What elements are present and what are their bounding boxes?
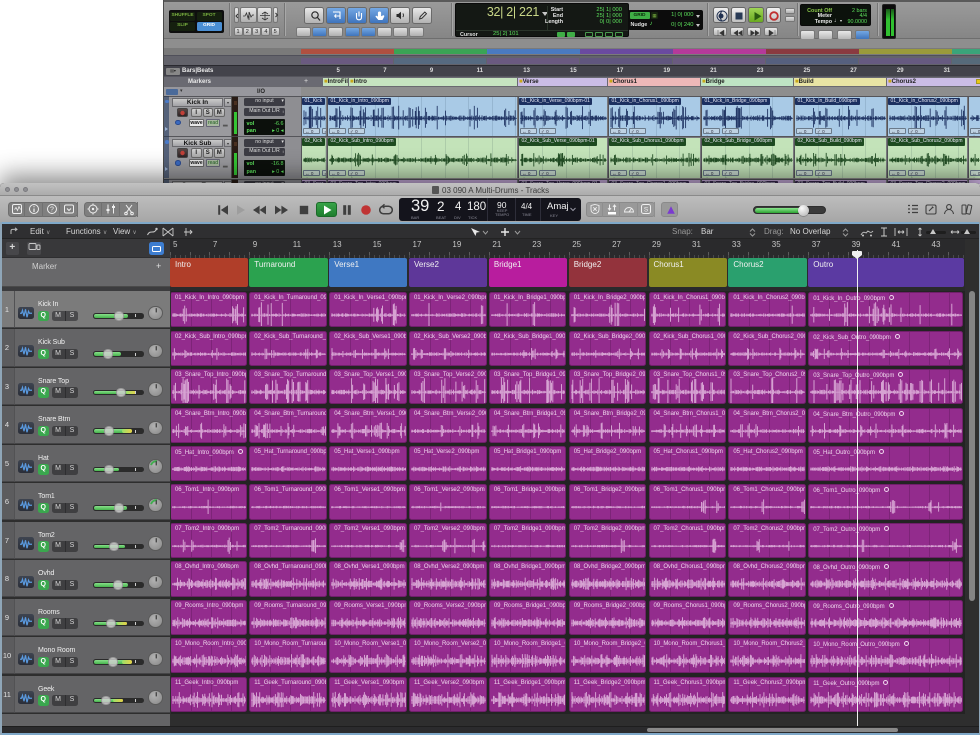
svg-text:?: ?: [50, 207, 54, 214]
svg-text:S: S: [644, 207, 649, 214]
